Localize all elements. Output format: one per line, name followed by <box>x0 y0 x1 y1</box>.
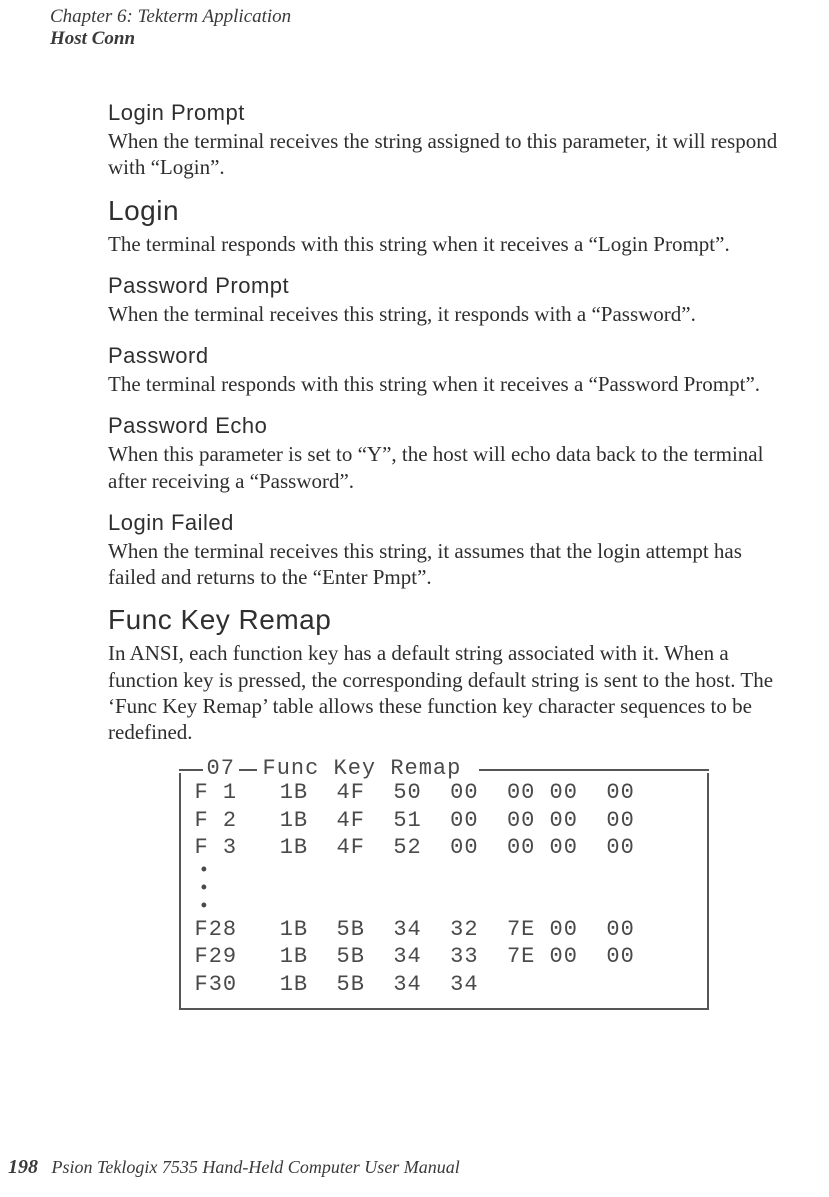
footer-book-title: Psion Teklogix 7535 Hand-Held Computer U… <box>52 1157 460 1177</box>
para-password: The terminal responds with this string w… <box>108 371 779 397</box>
table-number: 07 <box>207 756 235 781</box>
running-head-chapter: Chapter 6: Tekterm Application <box>50 6 779 28</box>
heading-password-echo: Password Echo <box>108 413 779 439</box>
page-number: 198 <box>8 1156 38 1178</box>
para-login-prompt: When the terminal receives the string as… <box>108 128 779 181</box>
heading-login-failed: Login Failed <box>108 510 779 536</box>
content: Login Prompt When the terminal receives … <box>108 100 779 1010</box>
para-login-failed: When the terminal receives this string, … <box>108 538 779 591</box>
para-func-key-remap: In ANSI, each function key has a default… <box>108 640 779 745</box>
heading-password: Password <box>108 343 779 369</box>
para-login: The terminal responds with this string w… <box>108 231 779 257</box>
table-title: Func Key Remap <box>263 756 462 781</box>
table-border-segment <box>479 769 709 771</box>
table-row: F 2 1B 4F 51 00 00 00 00 <box>195 807 701 835</box>
footer: 198 Psion Teklogix 7535 Hand-Held Comput… <box>0 1156 829 1179</box>
table-row: F 1 1B 4F 50 00 00 00 00 <box>195 779 701 807</box>
para-password-echo: When this parameter is set to “Y”, the h… <box>108 441 779 494</box>
running-head: Chapter 6: Tekterm Application Host Conn <box>50 0 779 50</box>
ellipsis-dot: • <box>195 862 701 880</box>
ellipsis-dot: • <box>195 898 701 916</box>
table-row: F 3 1B 4F 52 00 00 00 00 <box>195 834 701 862</box>
heading-login-prompt: Login Prompt <box>108 100 779 126</box>
func-key-remap-table: 07 Func Key Remap F 1 1B 4F 50 00 00 00 … <box>179 759 709 1010</box>
table-body: F 1 1B 4F 50 00 00 00 00 F 2 1B 4F 51 00… <box>179 773 709 1010</box>
heading-password-prompt: Password Prompt <box>108 273 779 299</box>
table-row: F28 1B 5B 34 32 7E 00 00 <box>195 916 701 944</box>
heading-func-key-remap: Func Key Remap <box>108 604 779 636</box>
table-header: 07 Func Key Remap <box>179 759 709 773</box>
para-password-prompt: When the terminal receives this string, … <box>108 301 779 327</box>
running-head-section: Host Conn <box>50 28 779 50</box>
table-row: F29 1B 5B 34 33 7E 00 00 <box>195 943 701 971</box>
table-border-segment <box>179 769 203 771</box>
heading-login: Login <box>108 195 779 227</box>
table-row: F30 1B 5B 34 34 <box>195 971 701 999</box>
table-border-segment <box>239 769 257 771</box>
page: Chapter 6: Tekterm Application Host Conn… <box>0 0 829 1197</box>
ellipsis-dot: • <box>195 880 701 898</box>
